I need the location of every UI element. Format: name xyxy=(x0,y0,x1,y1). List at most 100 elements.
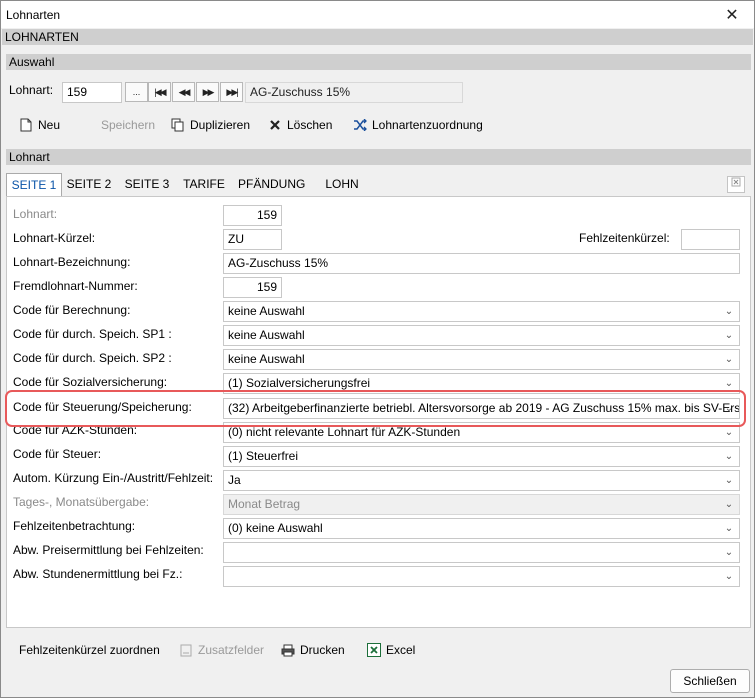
tab-seite-2[interactable]: SEITE 2 xyxy=(65,173,113,196)
excel-button[interactable]: Excel xyxy=(367,643,415,657)
drucken-button[interactable]: Drucken xyxy=(281,643,345,657)
fehlzeitenkuerzel-label: Fehlzeitenkürzel: xyxy=(579,231,670,245)
next-icon: ▶▶ xyxy=(202,87,215,97)
next-record-button[interactable]: ▶▶ xyxy=(196,82,219,102)
save-button[interactable]: Speichern xyxy=(101,118,155,132)
code-berechnung-select[interactable]: keine Auswahl ⌄ xyxy=(223,301,740,322)
code-berechnung-value: keine Auswahl xyxy=(228,304,305,318)
delete-button-label: Löschen xyxy=(287,118,333,132)
chevron-down-icon: ⌄ xyxy=(724,354,734,365)
save-button-label: Speichern xyxy=(101,118,156,132)
code-sv-value: (1) Sozialversicherungsfrei xyxy=(228,376,371,390)
code-sv-label: Code für Sozialversicherung: xyxy=(13,375,168,389)
code-sp1-label: Code für durch. Speich. SP1 : xyxy=(13,327,172,341)
lohnart-select-input[interactable]: 159 xyxy=(62,82,122,103)
lohnarten-window: Lohnarten ✕ LOHNARTEN Auswahl Lohnart: 1… xyxy=(0,0,755,698)
autom-kuerzung-select[interactable]: Ja ⌄ xyxy=(223,470,740,491)
code-sp2-label: Code für durch. Speich. SP2 : xyxy=(13,351,172,365)
code-sp1-select[interactable]: keine Auswahl ⌄ xyxy=(223,325,740,346)
bezeichnung-field[interactable]: AG-Zuschuss 15% xyxy=(223,253,740,274)
fehlzeitenkuerzel-zuordnen-label: Fehlzeitenkürzel zuordnen xyxy=(19,643,160,657)
chevron-down-icon: ⌄ xyxy=(724,547,734,558)
kuerzel-label: Lohnart-Kürzel: xyxy=(13,231,96,245)
autom-kuerzung-label: Autom. Kürzung Ein-/Austritt/Fehlzeit: xyxy=(13,471,214,485)
code-azk-select[interactable]: (0) nicht relevante Lohnart für AZK-Stun… xyxy=(223,422,740,443)
duplicate-icon xyxy=(171,118,185,132)
code-azk-label: Code für AZK-Stunden: xyxy=(13,423,138,437)
fremdlohnart-field[interactable]: 159 xyxy=(223,277,282,298)
code-steuer-value: (1) Steuerfrei xyxy=(228,449,299,463)
chevron-down-icon: ⌄ xyxy=(724,499,734,510)
new-button-label: Neu xyxy=(38,118,61,132)
zusatzfelder-label: Zusatzfelder xyxy=(198,643,265,657)
duplicate-button-label: Duplizieren xyxy=(190,118,251,132)
window-close-icon[interactable]: ✕ xyxy=(712,1,752,28)
fehlzeitenkuerzel-zuordnen-button[interactable]: Fehlzeitenkürzel zuordnen xyxy=(19,643,160,657)
last-record-button[interactable]: ▶▶| xyxy=(220,82,243,102)
code-steuerung-label: Code für Steuerung/Speicherung: xyxy=(13,400,192,414)
kuerzel-field[interactable]: ZU xyxy=(223,229,282,250)
tab-pfaendung[interactable]: PFÄNDUNG xyxy=(238,173,305,196)
chevron-down-icon: ⌄ xyxy=(724,523,734,534)
chevron-down-icon: ⌄ xyxy=(724,378,734,389)
code-berechnung-label: Code für Berechnung: xyxy=(13,303,131,317)
browse-button[interactable]: ... xyxy=(125,82,148,102)
lohnartenzuordnung-button[interactable]: Lohnartenzuordnung xyxy=(353,118,483,132)
title-bar: Lohnarten ✕ xyxy=(1,1,754,28)
code-sp2-value: keine Auswahl xyxy=(228,352,305,366)
chevron-down-icon: ⌄ xyxy=(724,306,734,317)
code-steuer-select[interactable]: (1) Steuerfrei ⌄ xyxy=(223,446,740,467)
delete-x-icon xyxy=(268,118,282,132)
code-steuerung-select[interactable]: (32) Arbeitgeberfinanzierte betriebl. Al… xyxy=(223,398,740,419)
lohnartenzuordnung-button-label: Lohnartenzuordnung xyxy=(372,118,483,132)
fehlzeitenbetrachtung-select[interactable]: (0) keine Auswahl ⌄ xyxy=(223,518,740,539)
lohnart-number-field[interactable]: 159 xyxy=(223,205,282,226)
code-steuerung-value: (32) Arbeitgeberfinanzierte betriebl. Al… xyxy=(228,401,740,415)
fremdlohnart-label: Fremdlohnart-Nummer: xyxy=(13,279,138,293)
stundenermittlung-label: Abw. Stundenermittlung bei Fz.: xyxy=(13,567,183,581)
tab-close-icon[interactable] xyxy=(727,176,745,193)
tab-tarife[interactable]: TARIFE xyxy=(182,173,226,196)
tab-seite-1[interactable]: SEITE 1 xyxy=(6,173,62,197)
auswahl-section-header: Auswahl xyxy=(6,54,751,70)
chevron-down-icon: ⌄ xyxy=(724,330,734,341)
new-button[interactable]: Neu xyxy=(19,118,60,132)
zusatzfelder-button[interactable]: Zusatzfelder xyxy=(179,643,264,657)
chevron-down-icon: ⌄ xyxy=(724,403,734,414)
fehlzeitenkuerzel-field[interactable] xyxy=(681,229,740,250)
auswahl-lohnart-label: Lohnart: xyxy=(9,83,54,97)
chevron-down-icon: ⌄ xyxy=(724,427,734,438)
chevron-down-icon: ⌄ xyxy=(724,451,734,462)
preisermittlung-label: Abw. Preisermittlung bei Fehlzeiten: xyxy=(13,543,204,557)
autom-kuerzung-value: Ja xyxy=(228,473,241,487)
tab-seite-3[interactable]: SEITE 3 xyxy=(123,173,171,196)
tages-monat-label: Tages-, Monatsübergabe: xyxy=(13,495,150,509)
preisermittlung-select[interactable]: ⌄ xyxy=(223,542,740,563)
last-icon: ▶▶| xyxy=(226,87,238,97)
prev-icon: ◀◀ xyxy=(178,87,191,97)
code-sv-select[interactable]: (1) Sozialversicherungsfrei ⌄ xyxy=(223,373,740,394)
schliessen-button[interactable]: Schließen xyxy=(670,669,750,693)
tages-monat-select[interactable]: Monat Betrag ⌄ xyxy=(223,494,740,515)
bezeichnung-label: Lohnart-Bezeichnung: xyxy=(13,255,131,269)
lohnart-name-display: AG-Zuschuss 15% xyxy=(245,82,463,103)
lohnart-section-header: Lohnart xyxy=(6,149,751,165)
prev-record-button[interactable]: ◀◀ xyxy=(172,82,195,102)
stundenermittlung-select[interactable]: ⌄ xyxy=(223,566,740,587)
drucken-label: Drucken xyxy=(300,643,345,657)
chevron-down-icon: ⌄ xyxy=(724,475,734,486)
chevron-down-icon: ⌄ xyxy=(724,571,734,582)
printer-icon xyxy=(281,643,295,657)
tab-lohn[interactable]: LOHN xyxy=(322,173,362,196)
code-steuer-label: Code für Steuer: xyxy=(13,447,102,461)
delete-button[interactable]: Löschen xyxy=(268,118,332,132)
fehlzeitenbetrachtung-value: (0) keine Auswahl xyxy=(228,521,323,535)
tages-monat-value: Monat Betrag xyxy=(228,497,301,511)
first-record-button[interactable]: |◀◀ xyxy=(148,82,171,102)
shuffle-icon xyxy=(353,118,367,132)
code-azk-value: (0) nicht relevante Lohnart für AZK-Stun… xyxy=(228,425,461,439)
code-sp2-select[interactable]: keine Auswahl ⌄ xyxy=(223,349,740,370)
fehlzeitenbetrachtung-label: Fehlzeitenbetrachtung: xyxy=(13,519,136,533)
duplicate-button[interactable]: Duplizieren xyxy=(171,118,250,132)
code-sp1-value: keine Auswahl xyxy=(228,328,305,342)
